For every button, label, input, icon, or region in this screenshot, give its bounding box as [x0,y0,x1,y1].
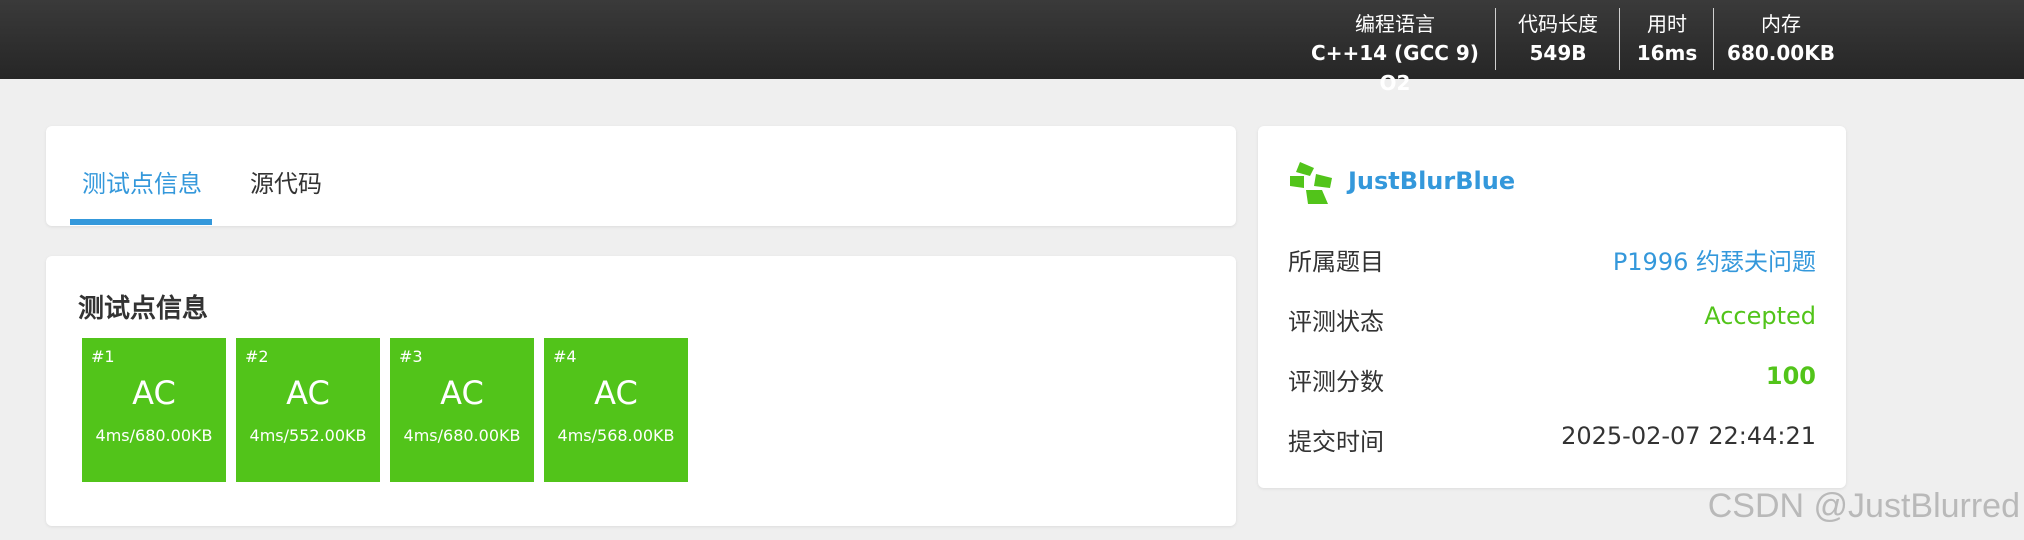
test-case-number: #1 [91,347,115,366]
test-case-status: AC [286,374,330,412]
stat-memory-label: 内存 [1761,12,1801,36]
stat-language-value: C++14 (GCC 9) O2 [1311,41,1479,95]
test-case-info: 4ms/680.00KB [95,426,213,445]
score-value: 100 [1765,362,1816,390]
stat-code-length-label: 代码长度 [1518,12,1598,36]
stat-time: 用时 16ms [1625,8,1709,70]
info-row-submit-time: 提交时间 2025-02-07 22:44:21 [1288,422,1816,458]
watermark: CSDN @JustBlurred [1707,487,2020,525]
test-case-info: 4ms/680.00KB [403,426,521,445]
test-case-info: 4ms/568.00KB [557,426,675,445]
test-case-number: #4 [553,347,577,366]
submit-time-value: 2025-02-07 22:44:21 [1561,422,1816,450]
tab-source-code[interactable]: 源代码 [250,164,322,199]
stat-divider [1713,8,1714,70]
test-cases-card: 测试点信息 #1 AC 4ms/680.00KB #2 AC 4ms/552.0… [46,256,1236,526]
test-case-tile[interactable]: #2 AC 4ms/552.00KB [236,338,380,482]
judge-status-value: Accepted [1704,302,1816,330]
test-case-tile[interactable]: #1 AC 4ms/680.00KB [82,338,226,482]
tabs-card: 测试点信息 源代码 [46,126,1236,226]
stat-divider [1619,8,1620,70]
test-case-info: 4ms/552.00KB [249,426,367,445]
test-case-number: #2 [245,347,269,366]
username-link[interactable]: JustBlurBlue [1348,167,1515,195]
stat-time-value: 16ms [1636,41,1698,65]
stat-language-label: 编程语言 [1355,12,1435,36]
test-case-status: AC [132,374,176,412]
section-title: 测试点信息 [78,294,209,324]
info-row-problem: 所属题目 P1996 约瑟夫问题 [1288,242,1816,278]
stat-code-length-value: 549B [1529,41,1587,65]
tab-test-info[interactable]: 测试点信息 [82,164,202,199]
info-row-label: 评测分数 [1288,368,1384,396]
stat-code-length: 代码长度 549B [1505,8,1611,70]
stat-memory-value: 680.00KB [1727,41,1835,65]
test-case-status: AC [440,374,484,412]
user-avatar-icon [1290,162,1332,204]
test-case-number: #3 [399,347,423,366]
stat-time-label: 用时 [1647,12,1687,36]
info-row-label: 所属题目 [1288,248,1384,276]
test-case-tile[interactable]: #4 AC 4ms/568.00KB [544,338,688,482]
stat-memory: 内存 680.00KB [1722,8,1840,70]
info-row-label: 评测状态 [1288,308,1384,336]
info-row-label: 提交时间 [1288,428,1384,456]
info-row-score: 评测分数 100 [1288,362,1816,398]
top-bar: 编程语言 C++14 (GCC 9) O2 代码长度 549B 用时 16ms … [0,0,2024,95]
stat-divider [1495,8,1496,70]
test-case-tile[interactable]: #3 AC 4ms/680.00KB [390,338,534,482]
submission-info-card: JustBlurBlue 所属题目 P1996 约瑟夫问题 评测状态 Accep… [1258,126,1846,488]
problem-link[interactable]: P1996 约瑟夫问题 [1613,242,1816,277]
info-row-status: 评测状态 Accepted [1288,302,1816,338]
stat-language: 编程语言 C++14 (GCC 9) O2 [1300,8,1490,95]
active-tab-indicator [70,219,212,225]
test-case-status: AC [594,374,638,412]
